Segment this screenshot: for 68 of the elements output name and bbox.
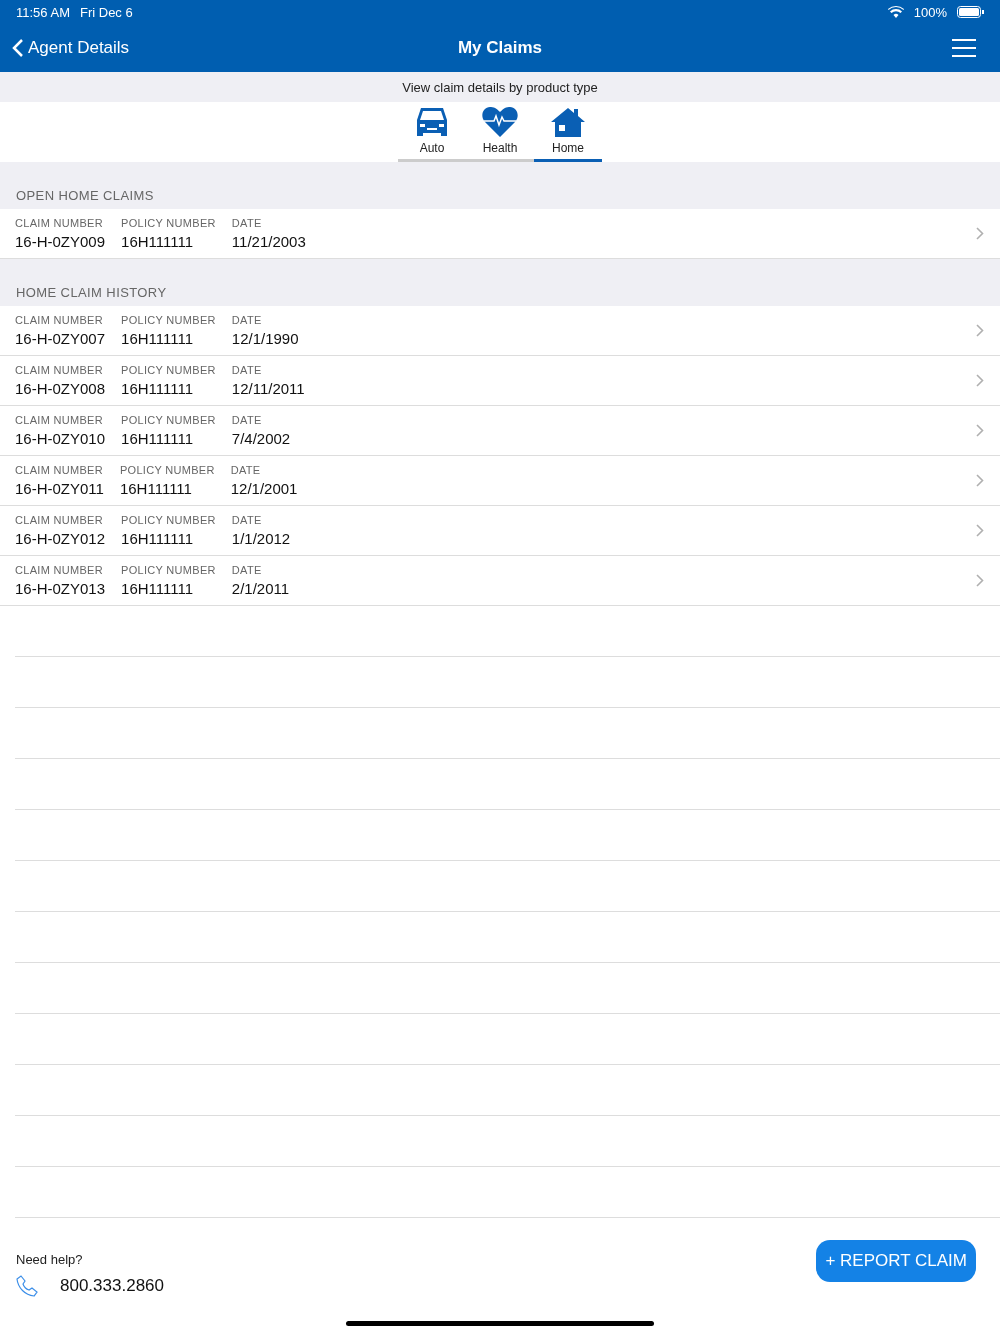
column-label: POLICY NUMBER [121, 514, 216, 526]
car-icon [415, 106, 449, 138]
column-label: CLAIM NUMBER [15, 314, 104, 326]
claim-value: 16H111111 [121, 330, 195, 347]
claim-value: 16H111111 [121, 530, 195, 547]
chevron-right-icon [976, 324, 984, 337]
column-label: DATE [231, 314, 263, 326]
column-label: DATE [231, 217, 263, 229]
section-header: HOME CLAIM HISTORY [16, 285, 167, 300]
column-label: POLICY NUMBER [121, 217, 216, 229]
chevron-right-icon [976, 524, 984, 537]
claim-value: 16-H-0ZY013 [15, 580, 106, 597]
report-claim-button[interactable]: + REPORT CLAIM [816, 1240, 976, 1282]
column-label: POLICY NUMBER [121, 564, 216, 576]
column-label: DATE [231, 414, 263, 426]
column-label: CLAIM NUMBER [15, 464, 104, 476]
claim-value: 7/4/2002 [231, 430, 291, 447]
claim-value: 16H111111 [119, 480, 193, 497]
status-time: 11:56 AM [16, 4, 70, 20]
claim-value: 2/1/2011 [231, 580, 290, 597]
claim-value: 16-H-0ZY009 [15, 233, 106, 250]
claim-value: 16H111111 [121, 580, 195, 597]
back-button[interactable]: Agent Details [12, 38, 458, 58]
claim-value: 12/11/2011 [231, 380, 305, 397]
column-label: POLICY NUMBER [121, 364, 216, 376]
chevron-right-icon [976, 574, 984, 587]
claim-value: 16H111111 [121, 430, 195, 447]
claim-value: 11/21/2003 [231, 233, 306, 250]
menu-icon[interactable] [952, 39, 976, 57]
house-icon [550, 106, 586, 138]
claim-value: 12/1/2001 [230, 480, 298, 497]
battery-percent: 100% [913, 4, 947, 20]
column-label: DATE [231, 364, 263, 376]
column-label: CLAIM NUMBER [15, 364, 104, 376]
column-label: CLAIM NUMBER [15, 564, 104, 576]
column-label: DATE [231, 564, 263, 576]
phone-number-link[interactable]: 800.333.2860 [60, 1276, 164, 1296]
column-label: CLAIM NUMBER [15, 414, 104, 426]
claim-value: 16H111111 [121, 380, 195, 397]
claim-value: 16-H-0ZY011 [15, 480, 104, 497]
claim-value: 16-H-0ZY012 [15, 530, 106, 547]
chevron-right-icon [976, 424, 984, 437]
section-header: OPEN HOME CLAIMS [16, 188, 154, 203]
help-text: Need help? [16, 1252, 84, 1267]
claim-value: 16-H-0ZY007 [15, 330, 106, 347]
wifi-icon [887, 6, 904, 18]
column-label: POLICY NUMBER [121, 414, 216, 426]
phone-icon [16, 1275, 38, 1297]
chevron-right-icon [976, 374, 984, 387]
status-date: Fri Dec 6 [79, 4, 133, 20]
column-label: DATE [231, 514, 263, 526]
claim-value: 16H111111 [121, 233, 195, 250]
claim-value: 12/1/1990 [231, 330, 299, 347]
subheader-text: View claim details by product type [402, 79, 598, 95]
column-label: POLICY NUMBER [119, 464, 215, 476]
column-label: CLAIM NUMBER [15, 514, 104, 526]
claim-value: 16-H-0ZY010 [15, 430, 106, 447]
heart-pulse-icon [481, 106, 519, 138]
chevron-right-icon [976, 227, 984, 240]
claim-value: 16-H-0ZY008 [15, 380, 106, 397]
screen-title: My Claims [457, 38, 543, 58]
column-label: DATE [230, 464, 262, 476]
column-label: CLAIM NUMBER [15, 217, 104, 229]
back-chevron-icon [12, 38, 24, 58]
column-label: POLICY NUMBER [121, 314, 216, 326]
chevron-right-icon [976, 474, 984, 487]
claim-value: 1/1/2012 [231, 530, 291, 547]
battery-icon [957, 6, 984, 18]
